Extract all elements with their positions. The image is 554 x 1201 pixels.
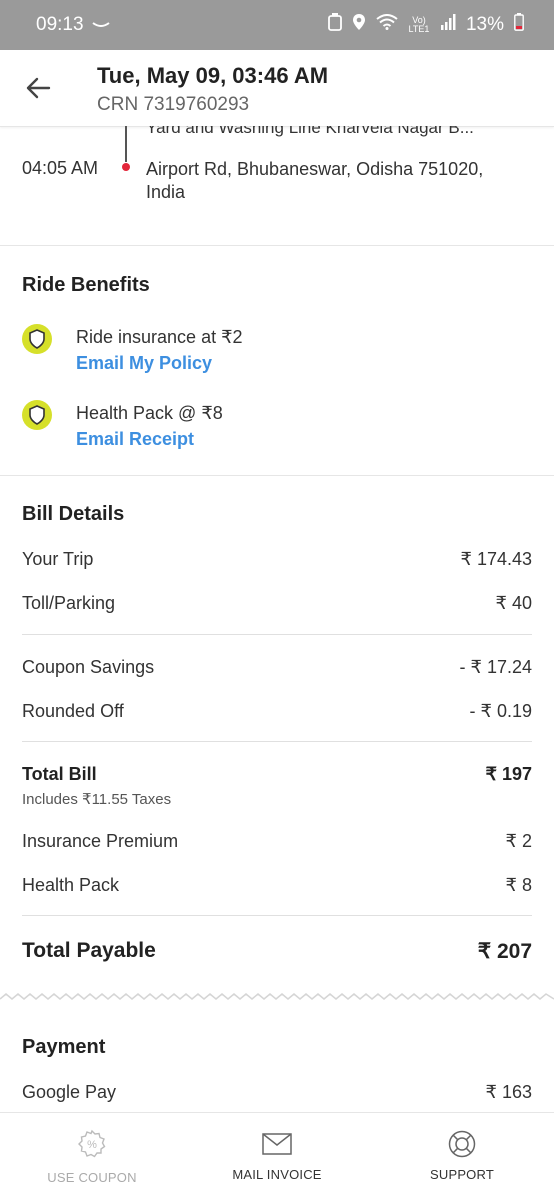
total-bill-label: Total Bill xyxy=(22,764,97,784)
wifi-icon xyxy=(376,14,398,36)
divider xyxy=(0,245,554,246)
zigzag-separator xyxy=(0,993,554,1000)
ride-benefits-title: Ride Benefits xyxy=(22,274,150,296)
shield-icon xyxy=(22,400,52,430)
email-receipt-link[interactable]: Email Receipt xyxy=(76,429,194,450)
payment-amount: ₹ 163 xyxy=(485,1082,533,1102)
mail-invoice-label: MAIL INVOICE xyxy=(232,1167,322,1182)
ride-details-scroll[interactable]: Yard and Washing Line Kharvela Nagar B..… xyxy=(0,126,554,1112)
bottom-action-bar: % USE COUPON MAIL INVOICE SUPPORT xyxy=(0,1112,554,1201)
ride-header: Tue, May 09, 03:46 AM CRN 7319760293 xyxy=(0,50,554,127)
route-section: Yard and Washing Line Kharvela Nagar B..… xyxy=(0,126,554,244)
pickup-address: Yard and Washing Line Kharvela Nagar B..… xyxy=(146,126,474,137)
coupon-savings-label: Coupon Savings xyxy=(22,657,155,677)
support-label: SUPPORT xyxy=(429,1167,494,1182)
bill-details-title: Bill Details xyxy=(22,503,125,525)
rounded-off-value: - ₹ 0.19 xyxy=(469,701,532,721)
toll-value: ₹ 40 xyxy=(495,593,532,613)
toll-label: Toll/Parking xyxy=(22,593,116,613)
arrow-left-icon xyxy=(26,77,51,99)
mail-icon xyxy=(262,1133,292,1160)
use-coupon-label: USE COUPON xyxy=(47,1170,137,1185)
crn-number: CRN 7319760293 xyxy=(97,94,250,115)
drop-address: Airport Rd, Bhubaneswar, Odisha 751020, … xyxy=(146,159,484,202)
divider xyxy=(22,634,532,635)
drop-time: 04:05 AM xyxy=(22,158,99,178)
insurance-premium-value: ₹ 2 xyxy=(505,831,532,851)
taxes-note: Includes ₹11.55 Taxes xyxy=(22,791,172,808)
your-trip-label: Your Trip xyxy=(22,549,94,569)
divider xyxy=(0,475,554,476)
network-type: Vo) LTE1 xyxy=(408,15,430,34)
your-trip-value: ₹ 174.43 xyxy=(460,549,532,569)
email-policy-link[interactable]: Email My Policy xyxy=(76,353,212,374)
use-coupon-button[interactable]: % USE COUPON xyxy=(0,1113,184,1201)
health-pack-label: Health Pack @ ₹8 xyxy=(76,403,223,423)
shield-icon xyxy=(22,324,52,354)
ride-date-title: Tue, May 09, 03:46 AM xyxy=(97,63,329,88)
mail-invoice-button[interactable]: MAIL INVOICE xyxy=(185,1113,369,1201)
coupon-savings-value: - ₹ 17.24 xyxy=(459,657,533,677)
coupon-icon: % xyxy=(77,1129,107,1164)
drop-dot xyxy=(122,163,130,171)
battery-icon xyxy=(514,13,524,37)
status-time: 09:13 xyxy=(36,14,84,35)
payment-title: Payment xyxy=(22,1036,106,1058)
lifebuoy-icon xyxy=(447,1129,477,1164)
svg-text:%: % xyxy=(87,1139,97,1151)
status-bar: 09:13 Vo) LTE1 13% xyxy=(0,0,554,50)
health-pack-bill-label: Health Pack xyxy=(22,875,120,895)
battery-percent: 13% xyxy=(465,14,504,35)
divider xyxy=(22,741,532,742)
total-payable-label: Total Payable xyxy=(22,939,156,962)
insurance-label: Ride insurance at ₹2 xyxy=(76,327,243,347)
location-icon xyxy=(352,13,366,37)
divider xyxy=(22,915,532,916)
payment-method: Google Pay xyxy=(22,1082,117,1102)
amazon-smile-icon xyxy=(91,14,110,36)
battery-saver-icon xyxy=(328,13,342,37)
total-payable-value: ₹ 207 xyxy=(477,940,532,963)
insurance-premium-label: Insurance Premium xyxy=(22,831,179,851)
total-bill-value: ₹ 197 xyxy=(485,764,533,784)
rounded-off-label: Rounded Off xyxy=(22,701,124,721)
back-button[interactable] xyxy=(24,74,52,102)
route-line xyxy=(125,126,127,162)
signal-icon xyxy=(440,14,456,36)
health-pack-bill-value: ₹ 8 xyxy=(505,875,532,895)
support-button[interactable]: SUPPORT xyxy=(370,1113,554,1201)
